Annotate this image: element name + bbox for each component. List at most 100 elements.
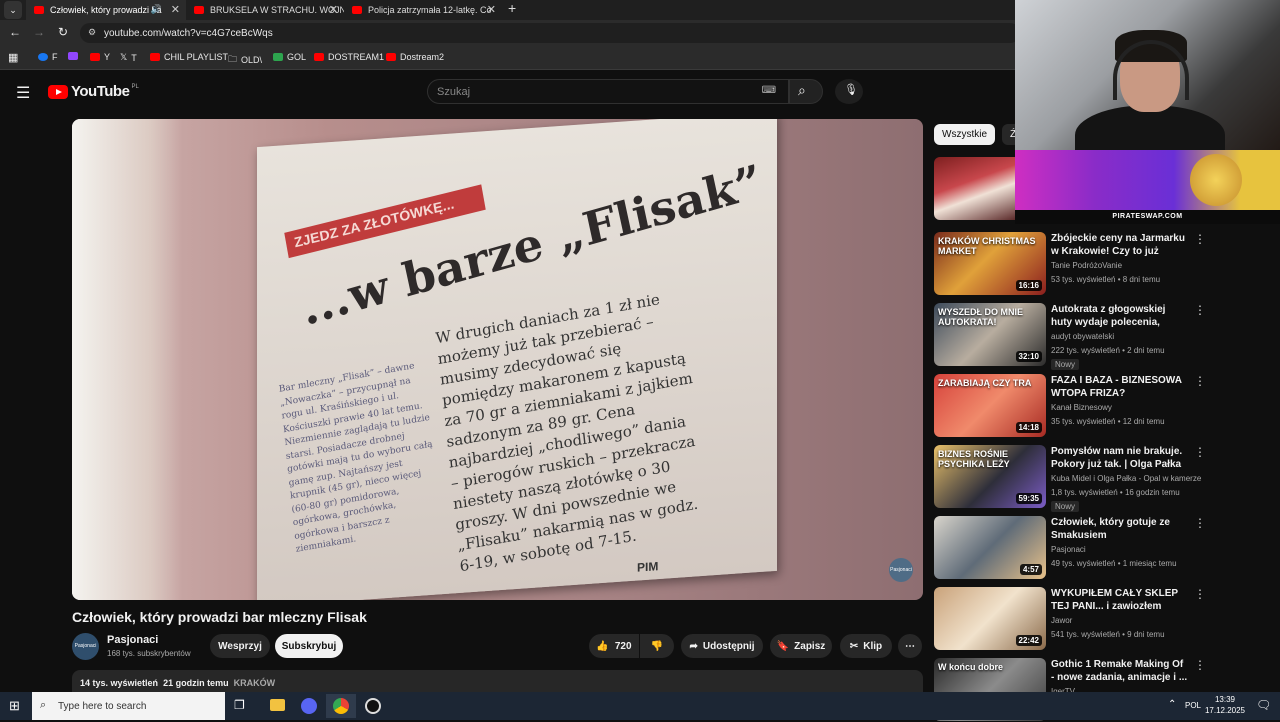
- recommendation-item[interactable]: WYSZEDŁ DO MNIE AUTOKRATA! 32:10 Autokrata…: [934, 303, 1274, 370]
- share-button[interactable]: ➦ Udostępnij: [681, 634, 763, 658]
- rec-menu-icon[interactable]: ⋮: [1194, 374, 1206, 388]
- menu-icon[interactable]: ☰: [16, 83, 30, 103]
- rec-menu-icon[interactable]: ⋮: [1194, 587, 1206, 601]
- rec-title[interactable]: Gothic 1 Remake Making Of - nowe zadania…: [1051, 658, 1189, 684]
- close-tab-icon[interactable]: ✕: [487, 3, 496, 16]
- taskbar-search[interactable]: ⌕ Type here to search: [32, 692, 225, 720]
- rec-thumbnail[interactable]: 22:42: [934, 587, 1046, 650]
- apps-grid-icon[interactable]: ▦: [8, 51, 18, 64]
- youtube-icon: [90, 53, 100, 61]
- recommendation-item[interactable]: ZARABIAJĄ CZY TRA 14:18 FAZA I BAZA - BIZN…: [934, 374, 1274, 438]
- search-icon: ⌕: [798, 82, 806, 98]
- rec-channel[interactable]: Kanał Biznesowy: [1051, 403, 1112, 412]
- tab-3[interactable]: Policja zatrzymała 12-latkę. Co ✕: [344, 0, 502, 20]
- site-info-icon[interactable]: ⚙: [88, 27, 96, 38]
- channel-name[interactable]: Pasjonaci: [107, 634, 158, 646]
- rec-channel[interactable]: Kuba Midel i Olga Pałka - Opal w kamerze: [1051, 474, 1201, 483]
- rec-thumbnail[interactable]: 4:57: [934, 516, 1046, 579]
- forward-icon[interactable]: →: [33, 25, 45, 39]
- rec-channel[interactable]: Jawor: [1051, 616, 1072, 625]
- more-actions-button[interactable]: ⋯: [898, 634, 922, 658]
- rec-title[interactable]: Człowiek, który gotuje ze Smakusiem: [1051, 516, 1189, 542]
- recommendation-item[interactable]: 4:57 Człowiek, który gotuje ze Smakusiem P…: [934, 516, 1274, 580]
- rec-channel[interactable]: Pasjonaci: [1051, 545, 1086, 554]
- new-tab-button[interactable]: +: [508, 0, 516, 16]
- chrome-icon[interactable]: [326, 694, 356, 718]
- keyboard-icon[interactable]: ⌨: [762, 85, 776, 96]
- discord-icon[interactable]: [294, 694, 324, 718]
- support-button[interactable]: Wesprzyj: [210, 634, 270, 658]
- rec-menu-icon[interactable]: ⋮: [1194, 232, 1206, 246]
- video-player[interactable]: ZJEDZ ZA ZŁOTÓWKĘ... ...w barze „Flisak”…: [72, 119, 923, 600]
- rec-menu-icon[interactable]: ⋮: [1194, 303, 1206, 317]
- channel-watermark[interactable]: Pasjonaci: [889, 558, 913, 582]
- bookmark-dostream2[interactable]: Dostream2: [386, 52, 444, 62]
- dislike-button[interactable]: 👎: [640, 634, 674, 658]
- windows-start-icon[interactable]: ⊞: [9, 698, 20, 714]
- close-tab-icon[interactable]: ✕: [171, 3, 180, 16]
- like-button[interactable]: 👍 720: [589, 634, 639, 658]
- url-bar[interactable]: ⚙ youtube.com/watch?v=c4G7ceBcWqs: [80, 23, 1020, 43]
- rec-menu-icon[interactable]: ⋮: [1194, 516, 1206, 530]
- rec-thumbnail-text: ZARABIAJĄ CZY TRA: [938, 378, 1032, 388]
- bookmark-gol[interactable]: GOL: [273, 52, 306, 62]
- rec-thumbnail[interactable]: WYSZEDŁ DO MNIE AUTOKRATA! 32:10: [934, 303, 1046, 366]
- rec-meta: 1,8 tys. wyświetleń • 16 godzin temu: [1051, 488, 1180, 497]
- rec-title[interactable]: Pomysłów nam nie brakuje. Pokory już tak…: [1051, 445, 1189, 471]
- thumbs-down-icon: 👎: [650, 640, 664, 652]
- newspaper-sign: ZJEDZ ZA ZŁOTÓWKĘ... ...w barze „Flisak”…: [257, 119, 777, 600]
- logo-word: YouTube: [71, 83, 130, 100]
- rec-title[interactable]: Autokrata z głogowskiej huty wydaje pole…: [1051, 303, 1189, 330]
- obs-icon[interactable]: [358, 694, 388, 718]
- search-button[interactable]: ⌕: [789, 79, 823, 104]
- rec-title[interactable]: Zbójeckie ceny na Jarmarku w Krakowie! C…: [1051, 232, 1189, 259]
- subscribe-button[interactable]: Subskrybuj: [275, 634, 343, 658]
- clock[interactable]: 13:39 17.12.2025: [1200, 694, 1250, 716]
- rec-thumbnail-partial[interactable]: [934, 157, 1015, 220]
- rec-thumbnail[interactable]: ZARABIAJĄ CZY TRA 14:18: [934, 374, 1046, 437]
- youtube-logo[interactable]: YouTube PL: [48, 83, 139, 100]
- language-indicator[interactable]: POL: [1185, 701, 1201, 710]
- tab-active[interactable]: Człowiek, który prowadzi ba 🔊 ✕: [26, 0, 186, 20]
- rec-thumbnail[interactable]: BIZNES ROŚNIE PSYCHIKA LEŻY 59:35: [934, 445, 1046, 508]
- recommendation-item[interactable]: 22:42 WYKUPIŁEM CAŁY SKLEP TEJ PANI... i …: [934, 587, 1274, 651]
- file-explorer-icon[interactable]: [262, 694, 292, 718]
- recommendation-item[interactable]: BIZNES ROŚNIE PSYCHIKA LEŻY 59:35 Pomysłów…: [934, 445, 1274, 512]
- tab-2[interactable]: BRUKSELA W STRACHU. WOJN ✕: [186, 0, 344, 20]
- bookmark-youtube[interactable]: Y: [90, 52, 110, 62]
- tab-list-button[interactable]: ⌄: [4, 1, 22, 19]
- rec-channel[interactable]: audyt obywatelski: [1051, 332, 1114, 341]
- tab-title: Człowiek, który prowadzi ba: [50, 5, 162, 15]
- back-icon[interactable]: ←: [9, 25, 21, 39]
- close-tab-icon[interactable]: ✕: [329, 3, 338, 16]
- tab-title: Policja zatrzymała 12-latkę. Co: [368, 5, 492, 15]
- chip-all[interactable]: Wszystkie: [934, 124, 995, 145]
- search-input[interactable]: Szukaj ⌨: [427, 79, 789, 104]
- rec-title[interactable]: FAZA I BAZA - BIZNESOWA WTOPA FRIZA?: [1051, 374, 1189, 400]
- bookmark-facebook[interactable]: F: [38, 52, 58, 62]
- bookmark-old[interactable]: 🗀 OLD\: [228, 52, 262, 68]
- rec-thumbnail[interactable]: KRAKÓW CHRISTMAS MARKET 16:16: [934, 232, 1046, 295]
- bookmark-chil-playlist[interactable]: CHIL PLAYLIST: [150, 52, 228, 62]
- voice-search-button[interactable]: 🎙: [835, 79, 863, 104]
- notifications-icon[interactable]: 🗨: [1256, 698, 1271, 712]
- hashtag[interactable]: KRAKÓW: [234, 678, 276, 688]
- rec-title[interactable]: WYKUPIŁEM CAŁY SKLEP TEJ PANI... i zawio…: [1051, 587, 1189, 614]
- channel-avatar[interactable]: Pasjonaci: [72, 633, 99, 660]
- rec-duration: 14:18: [1015, 422, 1042, 433]
- recommendation-item[interactable]: KRAKÓW CHRISTMAS MARKET 16:16 Zbójeckie ce…: [934, 232, 1274, 296]
- tray-chevron-icon[interactable]: ⌃: [1168, 699, 1176, 710]
- clip-button[interactable]: ✂ Klip: [840, 634, 892, 658]
- rec-menu-icon[interactable]: ⋮: [1194, 445, 1206, 459]
- description-box[interactable]: 14 tys. wyświetleń 21 godzin temu KRAKÓW: [72, 670, 923, 694]
- bookmark-twitch[interactable]: [68, 52, 82, 60]
- bookmark-dostream1[interactable]: DOSTREAM1: [314, 52, 384, 62]
- reload-icon[interactable]: ↻: [58, 25, 68, 39]
- rec-channel[interactable]: Tanie PodróżoVanie: [1051, 261, 1122, 270]
- save-button[interactable]: 🔖 Zapisz: [770, 634, 832, 658]
- task-view-icon[interactable]: ❐: [234, 698, 245, 712]
- upload-age: 21 godzin temu: [163, 678, 229, 688]
- bookmark-x[interactable]: 𝕏T: [120, 52, 137, 63]
- rec-menu-icon[interactable]: ⋮: [1194, 658, 1206, 672]
- sign-headline: ...w barze „Flisak”: [296, 154, 767, 336]
